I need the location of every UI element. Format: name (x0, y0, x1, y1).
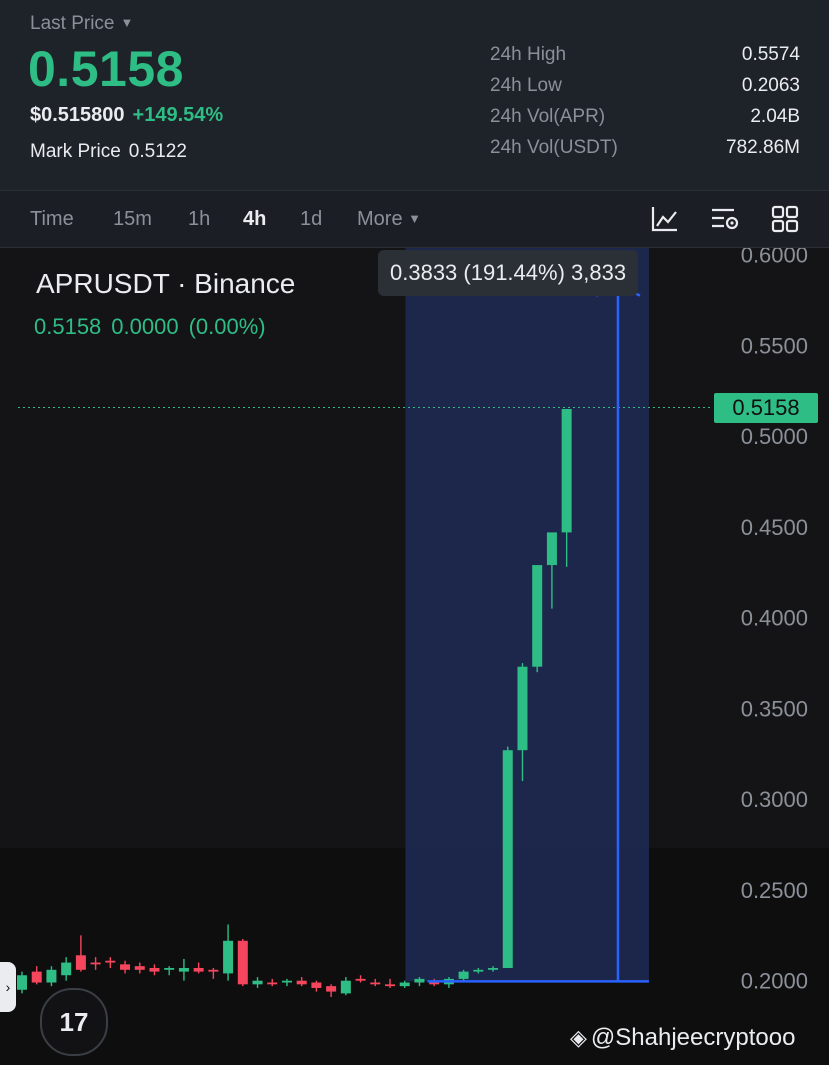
layout-grid-icon[interactable] (770, 204, 800, 234)
candle-body (17, 975, 27, 990)
candle-body (488, 967, 499, 970)
candle-body (532, 565, 543, 667)
candle-body (267, 982, 278, 985)
watermark-text: @Shahjeecryptooo (590, 1024, 796, 1051)
candle-body (193, 967, 204, 972)
price-axis-label: 0.4500 (741, 515, 808, 540)
stat-value: 2.04B (750, 106, 800, 127)
candle-body (414, 978, 425, 983)
candle-body (385, 984, 395, 987)
candle-body (281, 980, 292, 983)
candle-body (517, 666, 528, 751)
candle-body (149, 967, 160, 972)
candle-body (90, 962, 101, 965)
tab-4h[interactable]: 4h (243, 208, 266, 231)
candle-body (296, 980, 307, 985)
candle-body (370, 982, 381, 985)
price-axis-label: 0.2000 (741, 969, 808, 994)
candle-body (46, 969, 57, 983)
ticker-header: Last Price ▼ 0.5158 $0.515800 +149.54% Mar… (0, 0, 829, 191)
tab-15m[interactable]: 15m (113, 208, 152, 231)
stat-label: 24h Vol(APR) (490, 106, 606, 127)
candle-body (311, 982, 322, 988)
tab-1d[interactable]: 1d (300, 208, 322, 231)
candle-body (473, 969, 484, 972)
measure-tooltip: 0.3833 (191.44%) 3,833 (378, 250, 639, 296)
usd-price: $0.515800 (30, 104, 125, 126)
price-chart[interactable]: 0.6000 0.5500 0.5000 0.4500 0.4000 0.3500 0.30… (0, 248, 829, 1065)
tab-more-label: More (357, 208, 403, 230)
stat-24h-low: 24h Low 0.2063 (490, 75, 800, 106)
stat-label: 24h Low (490, 75, 562, 96)
candle-body (252, 980, 263, 985)
stat-24h-high: 24h High 0.5574 (490, 44, 800, 75)
measure-range-box (405, 248, 649, 982)
usd-price-row: $0.515800 +149.54% (30, 104, 223, 127)
watermark: ◈ @Shahjeecryptooo (570, 1024, 795, 1052)
candle-body (355, 978, 366, 981)
chart-area[interactable]: 0.6000 0.5500 0.5000 0.4500 0.4000 0.3500 0.30… (0, 248, 829, 1065)
binance-icon: ◈ (570, 1025, 587, 1050)
candle-body (502, 750, 513, 968)
mark-price-row: Mark Price 0.5122 (30, 141, 187, 163)
candle-body (105, 960, 116, 963)
interval-toolbar: Time 15m 1h 4h 1d More ▼ (0, 191, 829, 248)
symbol-title: APRUSDT · Binance (36, 268, 296, 299)
expand-handle[interactable]: › (0, 962, 16, 1012)
symbol-values: 0.5158 0.0000 (0.00%) (34, 314, 276, 340)
candle-body (120, 964, 131, 970)
candle-body (237, 940, 248, 985)
candle-body (75, 955, 86, 970)
candle-body (134, 966, 145, 970)
mark-price-label: Mark Price (30, 141, 121, 162)
tradingview-logo[interactable]: 17 (40, 988, 108, 1056)
price-axis-label: 0.2500 (741, 878, 808, 903)
candle-body (208, 969, 219, 972)
tab-1h[interactable]: 1h (188, 208, 210, 231)
candle-body (326, 986, 337, 992)
last-price-label: Last Price (30, 13, 115, 34)
price-change-pct: +149.54% (132, 104, 224, 126)
stat-24h-vol-usdt: 24h Vol(USDT) 782.86M (490, 137, 800, 168)
candle-body (458, 971, 469, 979)
price-axis-label: 0.4000 (741, 606, 808, 631)
stats-panel: 24h High 0.5574 24h Low 0.2063 24h Vol(APR… (490, 44, 800, 168)
mark-price-value: 0.5122 (128, 141, 187, 162)
price-axis-label: 0.5500 (741, 333, 808, 358)
candle-body (546, 532, 557, 566)
tab-more[interactable]: More ▼ (357, 208, 421, 231)
chevron-down-icon: ▼ (120, 15, 134, 30)
candle-body (340, 980, 351, 994)
symbol-change: 0.0000 (111, 314, 179, 339)
last-price-dropdown[interactable]: Last Price ▼ (30, 13, 133, 35)
indicator-chart-icon[interactable] (650, 204, 680, 234)
candle-body (399, 982, 410, 987)
candle-body (31, 971, 42, 983)
price-axis-label: 0.3000 (741, 787, 808, 812)
candle-body (164, 967, 175, 970)
candle-body (429, 982, 440, 985)
candle-body (561, 408, 572, 533)
symbol-last: 0.5158 (34, 314, 102, 339)
price-axis-label: 0.3500 (741, 696, 808, 721)
tab-time[interactable]: Time (30, 208, 74, 231)
stat-24h-vol-apr: 24h Vol(APR) 2.04B (490, 106, 800, 137)
candle-body (61, 962, 72, 976)
stat-value: 0.2063 (741, 75, 800, 96)
stat-label: 24h Vol(USDT) (490, 137, 618, 158)
current-price-tag: 0.5158 (714, 393, 818, 423)
chart-settings-icon[interactable] (710, 204, 740, 234)
stat-label: 24h High (490, 44, 567, 65)
candle-body (178, 967, 189, 972)
stat-value: 782.86M (726, 137, 800, 158)
candle-body (223, 940, 234, 974)
symbol-change-pct: (0.00%) (188, 314, 266, 339)
price-axis-label: 0.5000 (741, 424, 808, 449)
price-axis-label: 0.6000 (741, 248, 808, 268)
last-price-value: 0.5158 (28, 41, 184, 97)
chevron-down-icon: ▼ (408, 211, 422, 226)
stat-value: 0.5574 (741, 44, 800, 65)
